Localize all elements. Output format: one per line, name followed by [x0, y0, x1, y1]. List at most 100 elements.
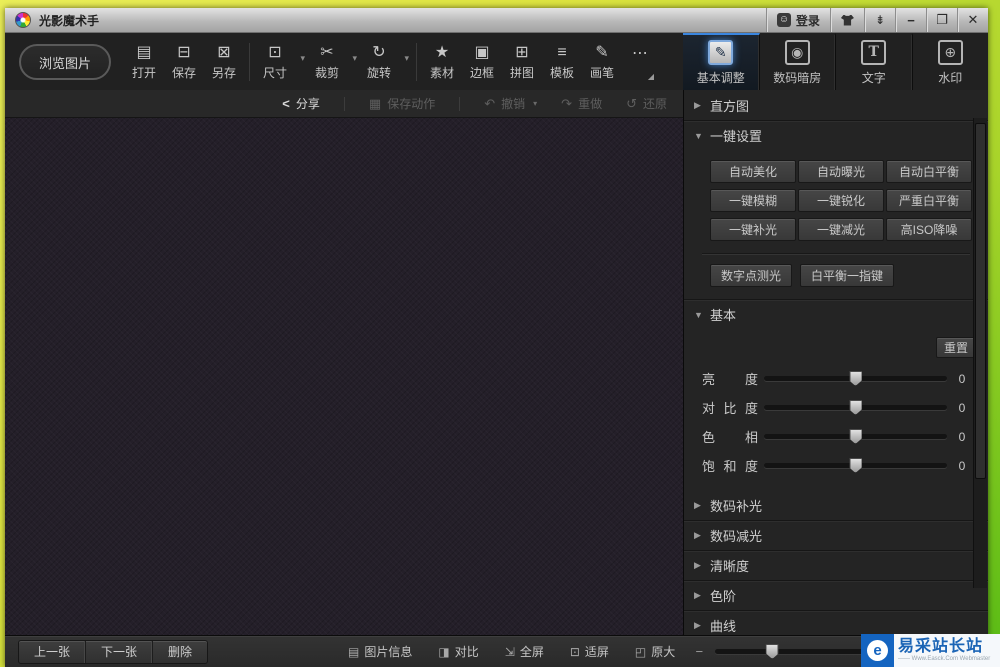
nav-button[interactable]: 删除 — [153, 641, 207, 663]
view-fullscreen[interactable]: 全屏 — [505, 643, 544, 660]
edit-undo[interactable]: 撤销 ▾ — [484, 95, 537, 112]
slider-track[interactable] — [764, 371, 947, 386]
triangle-collapsed-icon: ▶ — [694, 530, 701, 540]
toolbar-button-open[interactable]: 打开 — [124, 37, 164, 87]
zoom-slider-handle[interactable] — [765, 644, 779, 659]
toolbar-button-save-as[interactable]: 另存 — [204, 37, 244, 87]
toolbar-button-label: 尺寸 — [262, 65, 287, 80]
view-compare[interactable]: 对比 — [438, 643, 479, 660]
image-info-icon — [348, 645, 359, 659]
chevron-down-icon: ▾ — [404, 53, 409, 63]
watermark-subtext: —— Www.Easck.Com Webmaster — [898, 656, 991, 662]
toolbar-button-rotate[interactable]: 旋转 ▾ — [359, 37, 411, 87]
double-chevron-down-icon: ⇟ — [874, 13, 885, 27]
zoom-out-button[interactable]: − — [693, 644, 705, 659]
image-canvas — [5, 118, 683, 635]
view-original-size[interactable]: 原大 — [635, 643, 675, 660]
edit-redo[interactable]: 重做 — [561, 95, 602, 112]
toolbar-button-brush[interactable]: 画笔 — [582, 37, 622, 87]
toolbar-button-label: 画笔 — [589, 65, 614, 80]
tab-text[interactable]: 文字 — [836, 33, 913, 90]
watermark-text: 易采站长站 — [898, 638, 984, 655]
section-title: 色阶 — [710, 589, 737, 604]
slider-handle[interactable] — [849, 429, 862, 444]
slider-label: 亮度 — [702, 372, 758, 387]
toolbar-button-frame[interactable]: 边框 — [462, 37, 502, 87]
collapse-menu-button[interactable]: ⇟ — [863, 8, 895, 32]
view-image-info[interactable]: 图片信息 — [348, 643, 412, 660]
section-色阶[interactable]: ▶ 色阶 — [684, 580, 988, 610]
minimize-button[interactable]: − — [895, 8, 926, 32]
skin-theme-button[interactable] — [829, 8, 864, 32]
section-one-key-settings[interactable]: ▼ 一键设置 — [684, 120, 988, 150]
toolbar-button-save[interactable]: 保存 — [164, 37, 204, 87]
one-key-button[interactable]: 一键减光 — [798, 218, 884, 241]
tab-darkroom[interactable]: 数码暗房 — [760, 33, 836, 90]
toolbar-button-collage[interactable]: 拼图 — [502, 37, 542, 87]
basic-adjust-icon — [708, 39, 734, 65]
tab-label: 基本调整 — [696, 70, 745, 85]
one-key-button[interactable]: 自动白平衡 — [886, 160, 972, 183]
slider-track[interactable] — [764, 400, 947, 415]
tab-label: 水印 — [938, 70, 963, 85]
login-button[interactable]: ☺ 登录 — [765, 8, 830, 32]
panel-scrollbar[interactable] — [973, 118, 987, 588]
edit-save-action[interactable]: 保存动作 — [369, 95, 435, 112]
one-key-button[interactable]: 自动美化 — [710, 160, 796, 183]
section-清晰度[interactable]: ▶ 清晰度 — [684, 550, 988, 580]
one-key-button[interactable]: 一键锐化 — [798, 189, 884, 212]
view-fit-screen[interactable]: 适屏 — [570, 643, 609, 660]
toolbar-button-resize[interactable]: 尺寸 ▾ — [255, 37, 307, 87]
section-曲线[interactable]: ▶ 曲线 — [684, 610, 988, 635]
template-icon — [557, 44, 566, 62]
nav-button[interactable]: 下一张 — [86, 640, 154, 663]
bottom-bar: 上一张下一张删除 图片信息 对比 全屏 适屏 原大 − + — [5, 635, 988, 667]
avatar-smiley-icon: ☺ — [776, 13, 791, 27]
slider-handle[interactable] — [849, 371, 862, 386]
one-key-button[interactable]: 一键补光 — [710, 218, 796, 241]
section-数码减光[interactable]: ▶ 数码减光 — [684, 520, 988, 550]
toolbar-more-button[interactable]: ⋯ ◢ — [622, 37, 658, 87]
one-key-button[interactable]: 自动曝光 — [798, 160, 884, 183]
edit-label: 重做 — [578, 97, 603, 111]
toolbar-button-template[interactable]: 模板 — [542, 37, 582, 87]
zoom-slider-track[interactable] — [715, 644, 866, 659]
nav-button[interactable]: 上一张 — [19, 640, 87, 663]
scrollbar-thumb[interactable] — [975, 123, 986, 479]
section-title: 直方图 — [710, 98, 750, 114]
section-histogram[interactable]: ▶ 直方图 — [684, 90, 988, 120]
section-title: 数码补光 — [710, 498, 763, 514]
maximize-button[interactable]: ❐ — [926, 8, 957, 32]
one-key-extra-button[interactable]: 数字点测光 — [710, 264, 793, 287]
close-button[interactable]: ✕ — [957, 8, 988, 32]
one-key-extra-button[interactable]: 白平衡一指键 — [800, 264, 895, 287]
tab-basic-adjust[interactable]: 基本调整 — [683, 33, 760, 90]
reset-button[interactable]: 重置 — [936, 337, 976, 358]
browse-images-button[interactable]: 浏览图片 — [19, 44, 111, 80]
toolbar-button-material[interactable]: 素材 — [422, 37, 462, 87]
titlebar: 光影魔术手 ☺ 登录 ⇟ − ❐ ✕ — [5, 8, 988, 33]
save-icon — [177, 44, 190, 62]
slider-track[interactable] — [764, 458, 947, 473]
one-key-button[interactable]: 严重白平衡 — [886, 189, 972, 212]
basic-sliders: 亮度0对比度0色相0饱和度0 — [684, 364, 988, 480]
edit-label: 还原 — [642, 97, 667, 111]
edit-restore[interactable]: 还原 — [626, 95, 667, 112]
tab-watermark[interactable]: 水印 — [913, 33, 989, 90]
edit-toolbar: 分享 保存动作 撤销 ▾ 重做 还原 — [5, 90, 683, 118]
section-title: 一键设置 — [710, 129, 763, 144]
section-basic[interactable]: ▼ 基本 — [684, 299, 988, 329]
chevron-down-icon: ▾ — [533, 99, 538, 108]
view-options-group: 图片信息 对比 全屏 适屏 原大 — [348, 643, 675, 660]
edit-share[interactable]: 分享 — [282, 95, 320, 112]
login-label: 登录 — [795, 13, 820, 28]
slider-handle[interactable] — [849, 400, 862, 415]
one-key-button[interactable]: 高ISO降噪 — [886, 218, 972, 241]
slider-track[interactable] — [764, 429, 947, 444]
open-icon — [136, 44, 151, 62]
toolbar-button-crop[interactable]: 裁剪 ▾ — [307, 37, 359, 87]
section-数码补光[interactable]: ▶ 数码补光 — [684, 490, 988, 520]
one-key-button[interactable]: 一键模糊 — [710, 189, 796, 212]
text-icon — [861, 39, 887, 65]
slider-handle[interactable] — [849, 458, 862, 473]
